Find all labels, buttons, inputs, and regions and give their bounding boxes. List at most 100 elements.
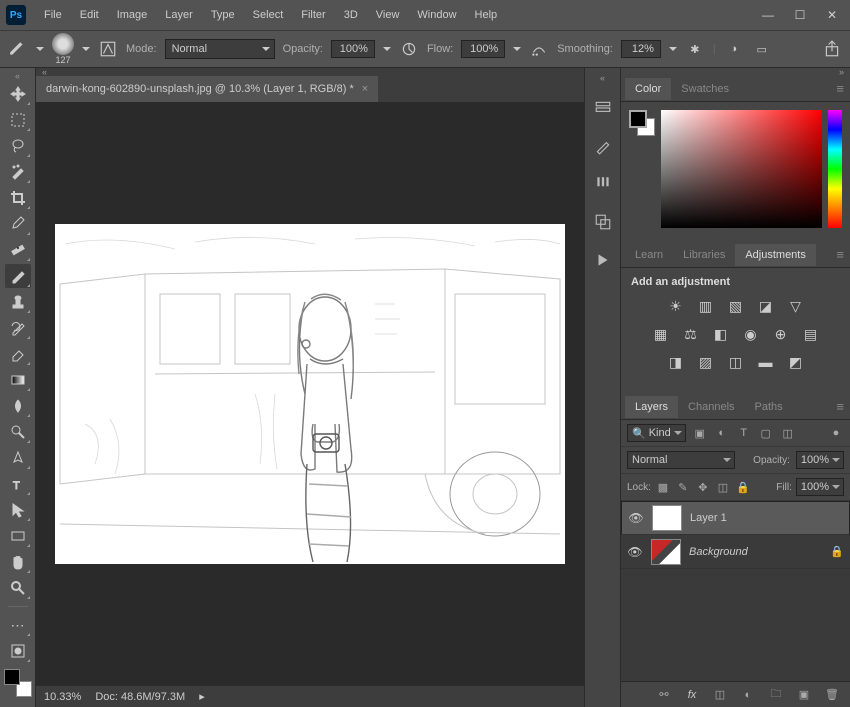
- adj-threshold-icon[interactable]: ◫: [726, 352, 746, 372]
- lock-pixels-icon[interactable]: ✎: [675, 479, 691, 495]
- hand-tool[interactable]: [5, 550, 31, 574]
- menu-select[interactable]: Select: [245, 5, 292, 25]
- doc-collapse[interactable]: «: [36, 68, 584, 76]
- path-select-tool[interactable]: [5, 498, 31, 522]
- minidock-collapse[interactable]: «: [600, 74, 605, 82]
- adj-photofilter-icon[interactable]: ◉: [741, 324, 761, 344]
- adj-bw-icon[interactable]: ◧: [711, 324, 731, 344]
- menu-image[interactable]: Image: [109, 5, 156, 25]
- menu-type[interactable]: Type: [203, 5, 243, 25]
- tab-channels[interactable]: Channels: [678, 396, 744, 418]
- adj-vibrance-icon[interactable]: ▽: [786, 296, 806, 316]
- gradient-tool[interactable]: [5, 368, 31, 392]
- adj-invert-icon[interactable]: ◨: [666, 352, 686, 372]
- tool-preset-icon[interactable]: [8, 39, 28, 59]
- new-fill-icon[interactable]: ◐: [740, 687, 756, 703]
- lock-artboard-icon[interactable]: ◫: [715, 479, 731, 495]
- filter-smart-icon[interactable]: ◫: [780, 425, 796, 441]
- filter-shape-icon[interactable]: ▢: [758, 425, 774, 441]
- adj-gradientmap-icon[interactable]: ▬: [756, 352, 776, 372]
- canvas-viewport[interactable]: [36, 102, 584, 685]
- quick-mask[interactable]: [5, 639, 31, 663]
- foreground-swatch[interactable]: [4, 669, 20, 685]
- zoom-tool[interactable]: [5, 576, 31, 600]
- rectangle-tool[interactable]: [5, 524, 31, 548]
- layer-row[interactable]: 👁 Background 🔒: [621, 535, 850, 569]
- delete-layer-icon[interactable]: 🗑: [824, 687, 840, 703]
- filter-pixel-icon[interactable]: ▣: [692, 425, 708, 441]
- adj-curves-icon[interactable]: ▧: [726, 296, 746, 316]
- type-tool[interactable]: T: [5, 472, 31, 496]
- adj-colorlookup-icon[interactable]: ▤: [801, 324, 821, 344]
- adjust-panel-menu[interactable]: ≡: [836, 247, 844, 262]
- menu-filter[interactable]: Filter: [293, 5, 333, 25]
- flow-caret[interactable]: [513, 47, 521, 51]
- layer-name[interactable]: Layer 1: [690, 512, 843, 524]
- link-layers-icon[interactable]: ⚯: [656, 687, 672, 703]
- menu-3d[interactable]: 3D: [336, 5, 366, 25]
- flow-input[interactable]: 100%: [461, 40, 505, 58]
- lock-transparent-icon[interactable]: ▩: [655, 479, 671, 495]
- layer-mask-icon[interactable]: ◫: [712, 687, 728, 703]
- filter-toggle[interactable]: ●: [828, 425, 844, 441]
- toolbar-collapse[interactable]: «: [15, 72, 20, 80]
- move-tool[interactable]: [5, 82, 31, 106]
- history-brush-tool[interactable]: [5, 316, 31, 340]
- layer-visibility-icon[interactable]: 👁: [628, 511, 644, 525]
- tool-preset-caret[interactable]: [36, 47, 44, 51]
- blur-tool[interactable]: [5, 394, 31, 418]
- smoothing-gear-icon[interactable]: ✱: [685, 39, 705, 59]
- canvas[interactable]: [55, 224, 565, 564]
- tab-libraries[interactable]: Libraries: [673, 244, 735, 266]
- color-swatches[interactable]: [4, 669, 32, 697]
- new-group-icon[interactable]: 🗀: [768, 687, 784, 703]
- menu-edit[interactable]: Edit: [72, 5, 107, 25]
- filter-adjust-icon[interactable]: ◐: [714, 425, 730, 441]
- brush-caret[interactable]: [82, 47, 90, 51]
- menu-layer[interactable]: Layer: [157, 5, 201, 25]
- tab-close-icon[interactable]: ×: [362, 83, 368, 95]
- actions-icon[interactable]: [591, 248, 615, 272]
- smoothing-input[interactable]: 12%: [621, 40, 661, 58]
- hue-slider[interactable]: [828, 110, 842, 228]
- adj-exposure-icon[interactable]: ◪: [756, 296, 776, 316]
- layers-panel-menu[interactable]: ≡: [836, 399, 844, 414]
- crop-tool[interactable]: [5, 186, 31, 210]
- share-icon[interactable]: [822, 39, 842, 59]
- layer-visibility-icon[interactable]: 👁: [627, 545, 643, 559]
- menu-view[interactable]: View: [368, 5, 408, 25]
- brush-preview[interactable]: 127: [52, 33, 74, 65]
- tab-adjustments[interactable]: Adjustments: [735, 244, 816, 266]
- lock-all-icon[interactable]: 🔒: [735, 479, 751, 495]
- tab-paths[interactable]: Paths: [745, 396, 793, 418]
- quick-select-tool[interactable]: [5, 160, 31, 184]
- color-field[interactable]: [661, 110, 822, 228]
- smoothing-caret[interactable]: [669, 47, 677, 51]
- layer-filter-select[interactable]: 🔍Kind: [627, 424, 686, 442]
- brushes-panel-icon[interactable]: [591, 172, 615, 196]
- panels-collapse[interactable]: »: [621, 68, 850, 76]
- adj-channelmixer-icon[interactable]: ⊕: [771, 324, 791, 344]
- layer-thumbnail[interactable]: [652, 505, 682, 531]
- dodge-tool[interactable]: [5, 420, 31, 444]
- brush-settings-icon[interactable]: [591, 134, 615, 158]
- lasso-tool[interactable]: [5, 134, 31, 158]
- layer-row[interactable]: 👁 Layer 1: [621, 501, 850, 535]
- edit-toolbar[interactable]: ⋯: [5, 613, 31, 637]
- menu-file[interactable]: File: [36, 5, 70, 25]
- layer-opacity-input[interactable]: 100%: [796, 451, 844, 469]
- stamp-tool[interactable]: [5, 290, 31, 314]
- adj-selective-icon[interactable]: ◩: [786, 352, 806, 372]
- adj-brightness-icon[interactable]: ☀: [666, 296, 686, 316]
- tab-swatches[interactable]: Swatches: [671, 78, 739, 100]
- menu-window[interactable]: Window: [409, 5, 464, 25]
- symmetry-icon[interactable]: ◑: [724, 39, 744, 59]
- canvas-crop-icon[interactable]: ▭: [752, 39, 772, 59]
- layer-name[interactable]: Background: [689, 546, 822, 558]
- history-panel-icon[interactable]: [591, 96, 615, 120]
- color-swatches-mini[interactable]: [629, 110, 655, 136]
- opacity-input[interactable]: 100%: [331, 40, 375, 58]
- clone-source-icon[interactable]: [591, 210, 615, 234]
- menu-help[interactable]: Help: [467, 5, 506, 25]
- adj-colorbalance-icon[interactable]: ⚖: [681, 324, 701, 344]
